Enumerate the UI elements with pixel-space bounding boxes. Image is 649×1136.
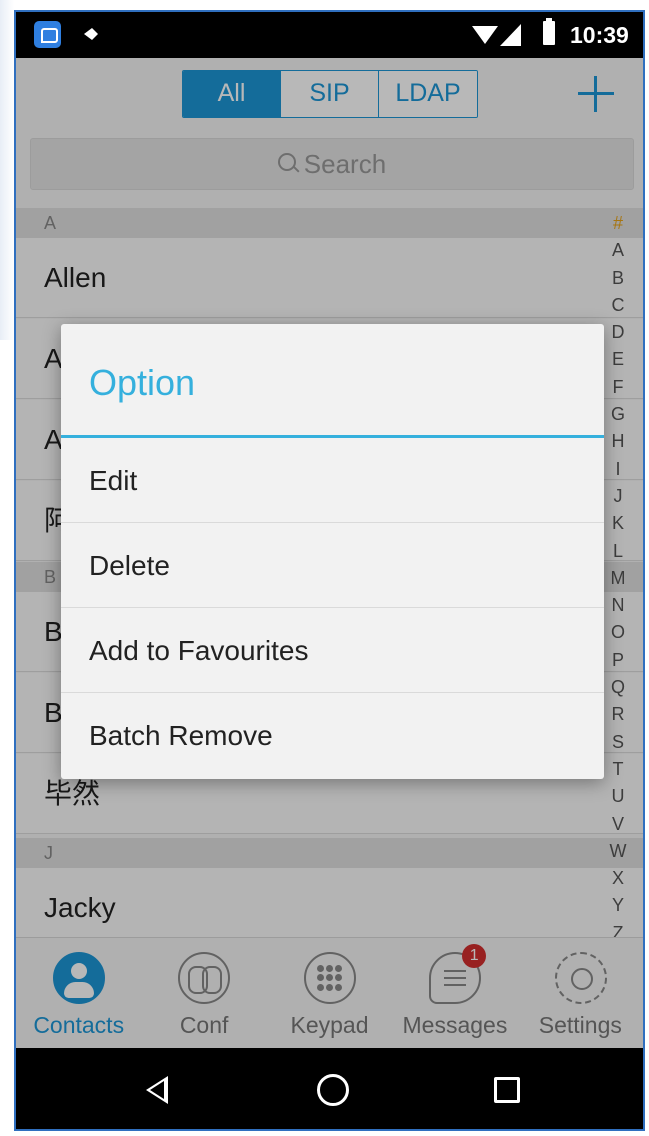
index-letter[interactable]: C	[606, 292, 630, 319]
nav-label: Settings	[538, 1012, 622, 1038]
tab-ldap[interactable]: LDAP	[379, 71, 477, 117]
index-letter[interactable]: N	[606, 592, 630, 619]
alphabet-index[interactable]: # A B C D E F G H I J K L M N O P Q R S …	[606, 210, 630, 947]
batch-remove-option[interactable]: Batch Remove	[61, 693, 604, 778]
index-letter[interactable]: B	[606, 265, 630, 292]
notification-icon	[84, 28, 98, 40]
contacts-icon	[53, 952, 105, 1004]
index-letter[interactable]: A	[606, 237, 630, 264]
index-letter[interactable]: V	[606, 811, 630, 838]
unread-badge: 1	[462, 944, 487, 968]
index-letter[interactable]: X	[606, 865, 630, 892]
status-bar: 10:39	[16, 12, 643, 58]
nav-label: Contacts	[33, 1012, 125, 1038]
nav-label: Keypad	[290, 1012, 369, 1038]
index-letter[interactable]: E	[606, 346, 630, 373]
index-letter[interactable]: L	[606, 538, 630, 565]
clock: 10:39	[570, 22, 629, 48]
contact-row[interactable]: Jacky	[16, 868, 643, 948]
dialog-title: Option	[89, 362, 196, 403]
index-letter[interactable]: P	[606, 647, 630, 674]
index-letter[interactable]: Q	[606, 674, 630, 701]
gear-icon	[554, 952, 607, 1004]
index-letter[interactable]: #	[606, 210, 630, 237]
nav-label: Messages	[402, 1012, 508, 1038]
contact-row[interactable]: Allen	[16, 238, 643, 318]
wifi-icon	[472, 26, 498, 44]
tab-all[interactable]: All	[183, 71, 281, 117]
keypad-icon	[303, 952, 356, 1004]
app-icon	[34, 21, 61, 48]
index-letter[interactable]: W	[606, 838, 630, 865]
search-icon	[277, 153, 300, 175]
signal-icon	[500, 24, 521, 46]
index-letter[interactable]: M	[606, 565, 630, 592]
index-letter[interactable]: Y	[606, 892, 630, 919]
conference-icon	[178, 952, 231, 1004]
nav-contacts[interactable]: Contacts	[16, 938, 141, 1048]
index-letter[interactable]: G	[606, 401, 630, 428]
nav-conf[interactable]: Conf	[141, 938, 266, 1048]
section-header: A	[16, 208, 643, 238]
option-dialog: Option Edit Delete Add to Favourites Bat…	[61, 324, 604, 779]
contact-source-tabs: All SIP LDAP	[182, 70, 478, 118]
index-letter[interactable]: S	[606, 729, 630, 756]
index-letter[interactable]: R	[606, 701, 630, 728]
phone-screen: 10:39 All SIP LDAP Search A Allen A A 阿 …	[14, 10, 645, 1131]
index-letter[interactable]: D	[606, 319, 630, 346]
search-input[interactable]: Search	[30, 138, 634, 190]
nav-label: Conf	[179, 1012, 229, 1038]
home-icon[interactable]	[317, 1074, 349, 1106]
index-letter[interactable]: J	[606, 483, 630, 510]
nav-settings[interactable]: Settings	[518, 938, 643, 1048]
edit-option[interactable]: Edit	[61, 438, 604, 523]
index-letter[interactable]: T	[606, 756, 630, 783]
search-placeholder: Search	[303, 148, 387, 179]
add-contact-button[interactable]	[578, 76, 614, 112]
nav-keypad[interactable]: Keypad	[267, 938, 392, 1048]
window-shadow	[0, 0, 14, 340]
nav-messages[interactable]: 1 Messages	[392, 938, 517, 1048]
index-letter[interactable]: H	[606, 428, 630, 455]
tab-sip[interactable]: SIP	[281, 71, 379, 117]
bottom-navigation: Contacts Conf Keypad 1 Messages Settings	[16, 937, 643, 1048]
index-letter[interactable]: I	[606, 456, 630, 483]
back-icon[interactable]	[146, 1076, 168, 1104]
index-letter[interactable]: F	[606, 374, 630, 401]
recent-apps-icon[interactable]	[494, 1077, 520, 1103]
index-letter[interactable]: U	[606, 783, 630, 810]
section-header: J	[16, 838, 643, 868]
index-letter[interactable]: K	[606, 510, 630, 537]
android-navigation-bar	[16, 1048, 643, 1129]
delete-option[interactable]: Delete	[61, 523, 604, 608]
index-letter[interactable]: O	[606, 619, 630, 646]
battery-icon	[543, 18, 555, 45]
add-to-favourites-option[interactable]: Add to Favourites	[61, 608, 604, 693]
